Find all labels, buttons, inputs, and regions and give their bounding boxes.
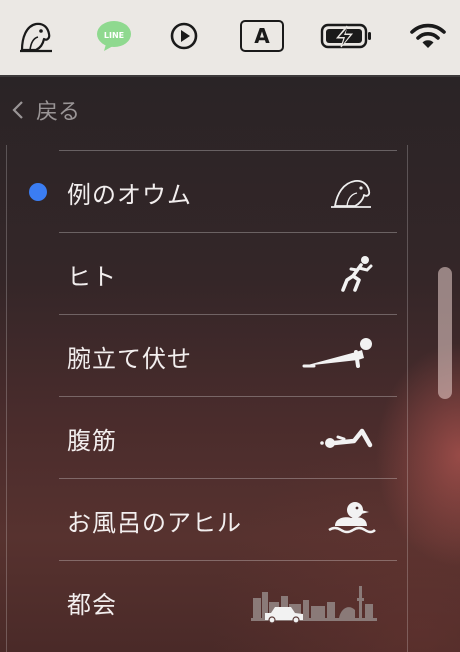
city-skyline-icon (249, 561, 379, 643)
list-item-label: お風呂のアヒル (67, 508, 242, 537)
list-item-label: 都会 (67, 590, 117, 619)
line-label: LINE (104, 31, 124, 40)
list-item-label: 腕立て伏せ (67, 344, 192, 373)
list-item-city[interactable]: 都会 (7, 561, 407, 643)
selected-indicator (29, 183, 47, 201)
list-item-parrot[interactable]: 例のオウム (7, 151, 407, 233)
parrot-icon (323, 151, 379, 233)
item-list: 例のオウム ヒト 腕立て伏せ 腹筋 お風呂のアヒル 都会 (6, 145, 408, 652)
list-item-label: ヒト (67, 262, 117, 291)
situp-icon (317, 397, 379, 479)
parrot-icon[interactable] (14, 14, 58, 58)
chevron-left-icon (0, 98, 36, 122)
list-item-pushups[interactable]: 腕立て伏せ (7, 315, 407, 397)
running-person-icon (333, 233, 379, 315)
menu-bar: LINE A (0, 0, 460, 75)
submenu-panel: 戻る 例のオウム ヒト 腕立て伏せ 腹筋 お風呂のアヒル 都会 (0, 75, 460, 652)
pushup-icon (297, 315, 381, 397)
list-item-label: 腹筋 (67, 426, 117, 455)
back-button[interactable]: 戻る (0, 85, 80, 135)
wifi-icon[interactable] (406, 14, 450, 58)
list-item-rubber-duck[interactable]: お風呂のアヒル (7, 479, 407, 561)
back-label: 戻る (36, 100, 81, 125)
rubber-duck-icon (325, 479, 379, 561)
input-source-letter: A (240, 20, 284, 52)
panel-top-edge (0, 75, 460, 77)
list-item-human[interactable]: ヒト (7, 233, 407, 315)
line-app-icon[interactable]: LINE (92, 14, 136, 58)
list-item-situps[interactable]: 腹筋 (7, 397, 407, 479)
list-item-label: 例のオウム (67, 180, 192, 209)
scrollbar-thumb[interactable] (438, 267, 452, 399)
play-icon[interactable] (164, 14, 204, 58)
battery-charging-icon[interactable] (318, 14, 376, 58)
input-source-icon[interactable]: A (238, 14, 286, 58)
